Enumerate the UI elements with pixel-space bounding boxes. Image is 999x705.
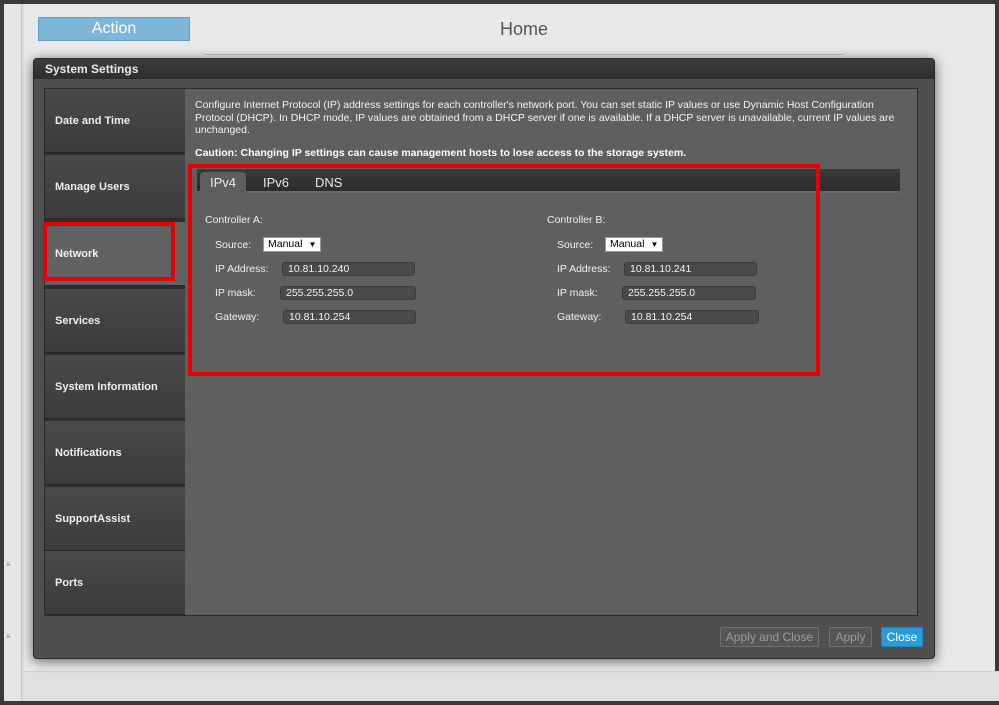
nav-item-ports[interactable]: Ports [45,551,185,615]
side-glyph: ≡ [6,632,11,641]
nav-item-supportassist[interactable]: SupportAssist [45,487,185,551]
nav-item-date-and-time[interactable]: Date and Time [45,89,185,153]
ipv4-settings-highlight-box [188,164,820,376]
network-highlight-box [43,222,175,281]
dialog-title: System Settings [34,59,934,79]
background-footer [24,671,999,701]
side-glyph: ≡ [6,560,11,569]
action-button[interactable]: Action [38,17,190,41]
divider [204,54,844,55]
nav-item-notifications[interactable]: Notifications [45,421,185,485]
apply-and-close-button[interactable]: Apply and Close [720,627,819,647]
page-title: Home [500,19,549,39]
background-left-column: ≡ ≡ [4,4,22,701]
network-description: Configure Internet Protocol (IP) address… [195,99,895,136]
nav-item-services[interactable]: Services [45,289,185,353]
apply-button[interactable]: Apply [829,627,872,647]
nav-item-system-information[interactable]: System Information [45,355,185,419]
settings-nav: Date and Time Manage Users Network Servi… [45,89,185,615]
nav-item-manage-users[interactable]: Manage Users [45,155,185,219]
caution-text: Caution: Changing IP settings can cause … [195,147,687,159]
close-button[interactable]: Close [881,627,923,647]
